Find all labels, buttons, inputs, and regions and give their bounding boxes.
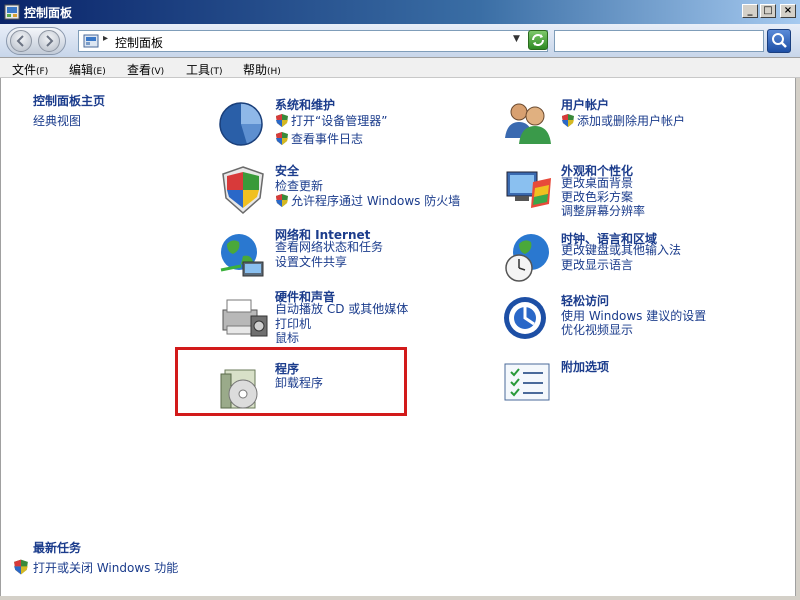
security-shield-icon[interactable] [217, 164, 269, 216]
breadcrumb-chevron-icon[interactable]: ▸ [103, 33, 108, 44]
chevron-down-icon[interactable]: ▼ [513, 34, 525, 44]
category-title[interactable]: 用户帐户 [561, 96, 609, 113]
title-bar: 控制面板 _ □ × [0, 0, 800, 24]
refresh-icon [532, 34, 544, 46]
users-icon[interactable] [503, 98, 555, 150]
clock-globe-icon[interactable] [503, 232, 555, 284]
link-screen-resolution[interactable]: 调整屏幕分辨率 [561, 202, 645, 219]
maximize-button[interactable]: □ [760, 4, 776, 18]
window-frame-bottom [0, 596, 800, 600]
menu-edit[interactable]: 编辑(E) [69, 61, 106, 78]
link-optimize-display[interactable]: 优化视频显示 [561, 321, 633, 338]
forward-button[interactable] [38, 30, 60, 52]
minimize-button[interactable]: _ [742, 4, 758, 18]
ease-of-access-icon[interactable] [503, 294, 555, 346]
hardware-printer-icon[interactable] [217, 290, 269, 342]
additional-options-icon[interactable] [503, 360, 555, 412]
search-icon [772, 33, 787, 48]
search-input[interactable] [554, 30, 764, 52]
menu-tools[interactable]: 工具(T) [186, 61, 223, 78]
menu-bar: 文件(F) 编辑(E) 查看(V) 工具(T) 帮助(H) [0, 58, 800, 78]
control-panel-home-link[interactable]: 控制面板主页 [33, 92, 105, 109]
network-globe-icon[interactable] [217, 228, 269, 280]
classic-view-link[interactable]: 经典视图 [33, 112, 81, 129]
uac-shield-icon [276, 194, 288, 207]
uac-shield-icon [14, 559, 28, 575]
navigation-bar: ▸ 控制面板 ▼ [0, 24, 800, 58]
system-maintenance-icon[interactable] [217, 98, 269, 150]
window-title: 控制面板 [24, 6, 73, 20]
refresh-button[interactable] [528, 30, 548, 50]
menu-file[interactable]: 文件(F) [12, 61, 48, 78]
recent-tasks-title: 最新任务 [33, 541, 82, 555]
nav-buttons [6, 27, 66, 55]
control-panel-icon [83, 34, 99, 48]
control-panel-icon [4, 4, 20, 20]
content-pane: 控制面板主页 经典视图 系统和维护 打开“设备管理器” 查看事件日志 安全 检查 [0, 78, 796, 596]
appearance-monitor-icon[interactable] [503, 164, 555, 216]
menu-view[interactable]: 查看(V) [127, 61, 164, 78]
category-title[interactable]: 系统和维护 [275, 96, 335, 113]
link-display-language[interactable]: 更改显示语言 [561, 256, 633, 273]
arrow-right-icon [46, 35, 54, 47]
uac-shield-icon [276, 114, 288, 127]
highlight-box [175, 347, 407, 416]
back-button[interactable] [10, 30, 32, 52]
search-button[interactable] [767, 29, 791, 53]
arrow-left-icon [16, 35, 24, 47]
menu-help[interactable]: 帮助(H) [243, 61, 281, 78]
uac-shield-icon [276, 132, 288, 145]
category-title[interactable]: 附加选项 [561, 358, 609, 375]
uac-shield-icon [562, 114, 574, 127]
breadcrumb-current[interactable]: 控制面板 [115, 34, 163, 51]
address-bar[interactable]: ▸ 控制面板 ▼ [78, 30, 548, 52]
close-button[interactable]: × [780, 4, 796, 18]
link-mouse[interactable]: 鼠标 [275, 329, 299, 346]
link-file-sharing[interactable]: 设置文件共享 [275, 253, 347, 270]
